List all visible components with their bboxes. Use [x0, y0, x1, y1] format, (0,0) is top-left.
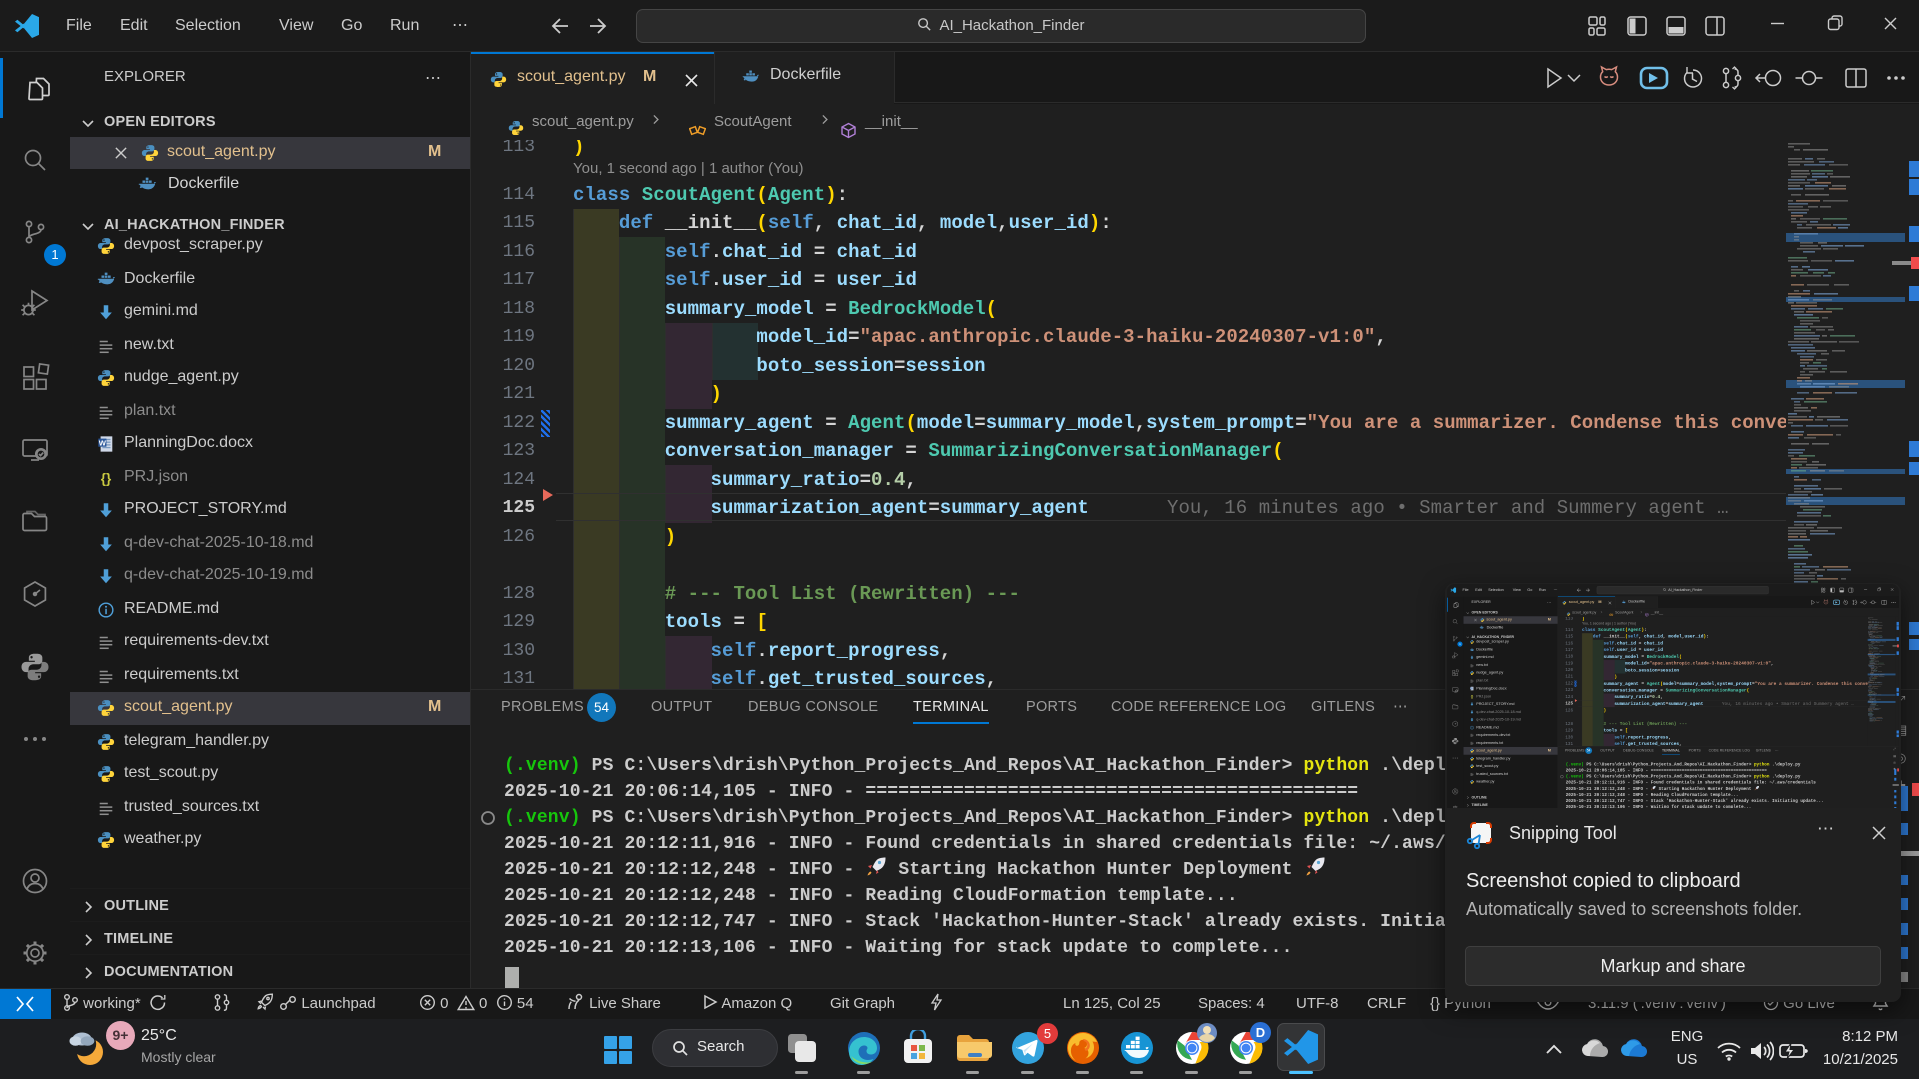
- svg-text:{}: {}: [1471, 695, 1474, 699]
- svg-text:W: W: [1470, 688, 1472, 690]
- svg-text:{}: {}: [101, 471, 112, 486]
- svg-text:W: W: [99, 438, 107, 447]
